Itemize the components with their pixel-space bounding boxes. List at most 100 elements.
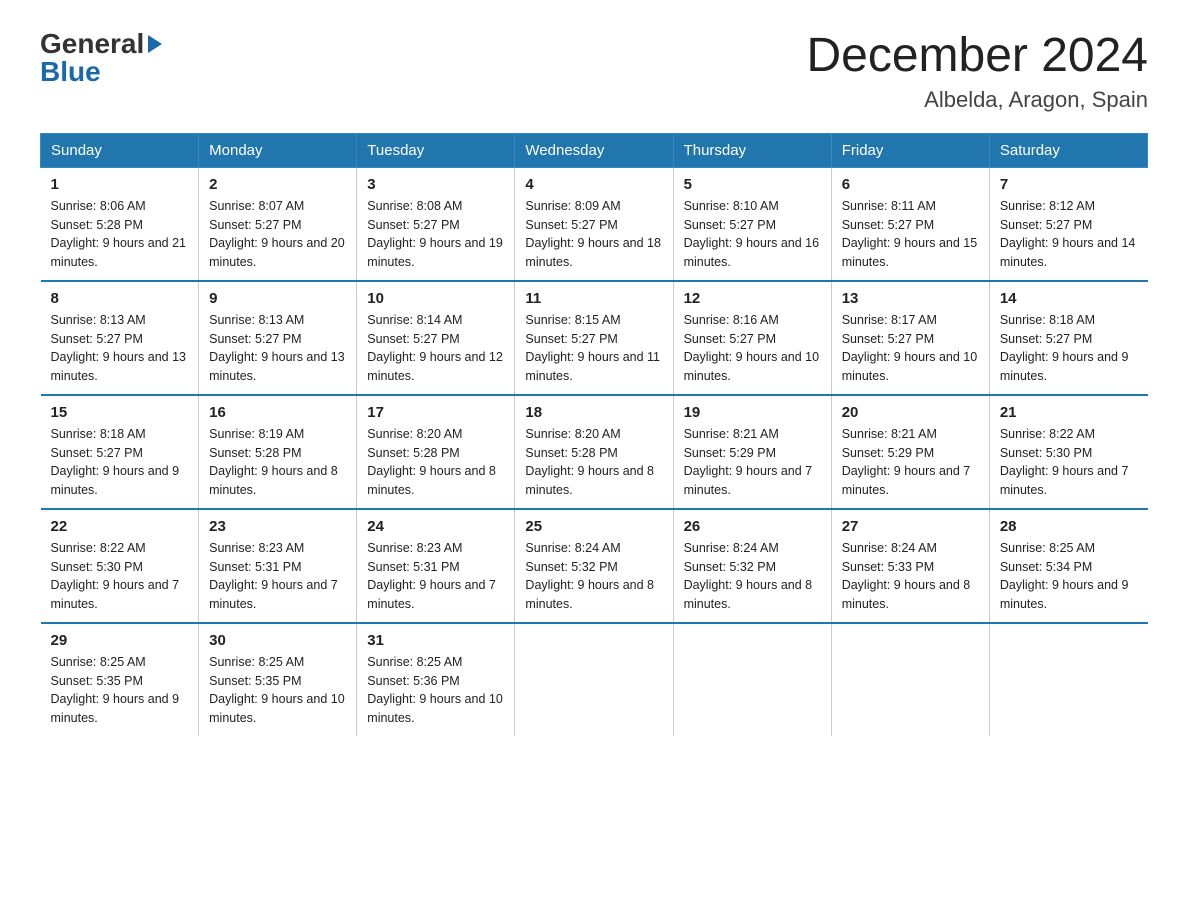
day-info: Sunrise: 8:21 AMSunset: 5:29 PMDaylight:… [684, 425, 821, 500]
day-number: 31 [367, 632, 504, 649]
day-number: 20 [842, 404, 979, 421]
day-number: 9 [209, 290, 346, 307]
calendar-cell: 24 Sunrise: 8:23 AMSunset: 5:31 PMDaylig… [357, 509, 515, 623]
calendar-cell: 16 Sunrise: 8:19 AMSunset: 5:28 PMDaylig… [199, 395, 357, 509]
day-number: 15 [51, 404, 189, 421]
calendar-cell: 23 Sunrise: 8:23 AMSunset: 5:31 PMDaylig… [199, 509, 357, 623]
calendar-cell: 5 Sunrise: 8:10 AMSunset: 5:27 PMDayligh… [673, 167, 831, 281]
day-number: 30 [209, 632, 346, 649]
calendar-cell: 12 Sunrise: 8:16 AMSunset: 5:27 PMDaylig… [673, 281, 831, 395]
header-saturday: Saturday [989, 133, 1147, 167]
calendar-cell [989, 623, 1147, 736]
calendar-table: SundayMondayTuesdayWednesdayThursdayFrid… [40, 133, 1148, 736]
calendar-cell: 4 Sunrise: 8:09 AMSunset: 5:27 PMDayligh… [515, 167, 673, 281]
calendar-cell: 2 Sunrise: 8:07 AMSunset: 5:27 PMDayligh… [199, 167, 357, 281]
calendar-cell: 31 Sunrise: 8:25 AMSunset: 5:36 PMDaylig… [357, 623, 515, 736]
calendar-cell: 7 Sunrise: 8:12 AMSunset: 5:27 PMDayligh… [989, 167, 1147, 281]
day-number: 1 [51, 176, 189, 193]
header-monday: Monday [199, 133, 357, 167]
day-info: Sunrise: 8:18 AMSunset: 5:27 PMDaylight:… [1000, 311, 1138, 386]
day-info: Sunrise: 8:25 AMSunset: 5:35 PMDaylight:… [209, 653, 346, 728]
day-number: 23 [209, 518, 346, 535]
calendar-cell: 17 Sunrise: 8:20 AMSunset: 5:28 PMDaylig… [357, 395, 515, 509]
calendar-cell: 6 Sunrise: 8:11 AMSunset: 5:27 PMDayligh… [831, 167, 989, 281]
day-number: 28 [1000, 518, 1138, 535]
day-info: Sunrise: 8:25 AMSunset: 5:34 PMDaylight:… [1000, 539, 1138, 614]
calendar-cell: 22 Sunrise: 8:22 AMSunset: 5:30 PMDaylig… [41, 509, 199, 623]
day-number: 13 [842, 290, 979, 307]
logo-general-text: General [40, 30, 144, 58]
day-number: 22 [51, 518, 189, 535]
day-info: Sunrise: 8:24 AMSunset: 5:32 PMDaylight:… [684, 539, 821, 614]
calendar-header-row: SundayMondayTuesdayWednesdayThursdayFrid… [41, 133, 1148, 167]
location-title: Albelda, Aragon, Spain [806, 87, 1148, 113]
day-number: 5 [684, 176, 821, 193]
day-info: Sunrise: 8:22 AMSunset: 5:30 PMDaylight:… [51, 539, 189, 614]
day-info: Sunrise: 8:06 AMSunset: 5:28 PMDaylight:… [51, 197, 189, 272]
day-number: 18 [525, 404, 662, 421]
calendar-cell: 19 Sunrise: 8:21 AMSunset: 5:29 PMDaylig… [673, 395, 831, 509]
day-number: 11 [525, 290, 662, 307]
logo-blue-text: Blue [40, 58, 101, 86]
logo: General Blue [40, 30, 162, 86]
day-info: Sunrise: 8:12 AMSunset: 5:27 PMDaylight:… [1000, 197, 1138, 272]
day-number: 17 [367, 404, 504, 421]
day-number: 2 [209, 176, 346, 193]
calendar-week-row: 15 Sunrise: 8:18 AMSunset: 5:27 PMDaylig… [41, 395, 1148, 509]
calendar-week-row: 22 Sunrise: 8:22 AMSunset: 5:30 PMDaylig… [41, 509, 1148, 623]
header-sunday: Sunday [41, 133, 199, 167]
day-number: 27 [842, 518, 979, 535]
month-year-title: December 2024 [806, 30, 1148, 83]
day-number: 16 [209, 404, 346, 421]
day-info: Sunrise: 8:21 AMSunset: 5:29 PMDaylight:… [842, 425, 979, 500]
calendar-cell: 26 Sunrise: 8:24 AMSunset: 5:32 PMDaylig… [673, 509, 831, 623]
day-info: Sunrise: 8:24 AMSunset: 5:32 PMDaylight:… [525, 539, 662, 614]
day-number: 24 [367, 518, 504, 535]
day-number: 14 [1000, 290, 1138, 307]
calendar-cell: 3 Sunrise: 8:08 AMSunset: 5:27 PMDayligh… [357, 167, 515, 281]
day-number: 21 [1000, 404, 1138, 421]
calendar-cell: 18 Sunrise: 8:20 AMSunset: 5:28 PMDaylig… [515, 395, 673, 509]
day-info: Sunrise: 8:22 AMSunset: 5:30 PMDaylight:… [1000, 425, 1138, 500]
header-wednesday: Wednesday [515, 133, 673, 167]
calendar-cell: 14 Sunrise: 8:18 AMSunset: 5:27 PMDaylig… [989, 281, 1147, 395]
page-header: General Blue December 2024 Albelda, Arag… [40, 30, 1148, 113]
day-info: Sunrise: 8:13 AMSunset: 5:27 PMDaylight:… [51, 311, 189, 386]
header-friday: Friday [831, 133, 989, 167]
title-section: December 2024 Albelda, Aragon, Spain [806, 30, 1148, 113]
header-tuesday: Tuesday [357, 133, 515, 167]
day-info: Sunrise: 8:23 AMSunset: 5:31 PMDaylight:… [367, 539, 504, 614]
day-info: Sunrise: 8:08 AMSunset: 5:27 PMDaylight:… [367, 197, 504, 272]
calendar-cell: 8 Sunrise: 8:13 AMSunset: 5:27 PMDayligh… [41, 281, 199, 395]
day-info: Sunrise: 8:20 AMSunset: 5:28 PMDaylight:… [525, 425, 662, 500]
day-info: Sunrise: 8:11 AMSunset: 5:27 PMDaylight:… [842, 197, 979, 272]
calendar-week-row: 29 Sunrise: 8:25 AMSunset: 5:35 PMDaylig… [41, 623, 1148, 736]
calendar-cell: 21 Sunrise: 8:22 AMSunset: 5:30 PMDaylig… [989, 395, 1147, 509]
day-info: Sunrise: 8:19 AMSunset: 5:28 PMDaylight:… [209, 425, 346, 500]
day-number: 29 [51, 632, 189, 649]
day-info: Sunrise: 8:16 AMSunset: 5:27 PMDaylight:… [684, 311, 821, 386]
calendar-cell: 20 Sunrise: 8:21 AMSunset: 5:29 PMDaylig… [831, 395, 989, 509]
day-number: 10 [367, 290, 504, 307]
calendar-week-row: 1 Sunrise: 8:06 AMSunset: 5:28 PMDayligh… [41, 167, 1148, 281]
day-number: 8 [51, 290, 189, 307]
day-info: Sunrise: 8:07 AMSunset: 5:27 PMDaylight:… [209, 197, 346, 272]
day-number: 26 [684, 518, 821, 535]
day-number: 4 [525, 176, 662, 193]
calendar-week-row: 8 Sunrise: 8:13 AMSunset: 5:27 PMDayligh… [41, 281, 1148, 395]
day-info: Sunrise: 8:09 AMSunset: 5:27 PMDaylight:… [525, 197, 662, 272]
day-info: Sunrise: 8:25 AMSunset: 5:36 PMDaylight:… [367, 653, 504, 728]
day-info: Sunrise: 8:18 AMSunset: 5:27 PMDaylight:… [51, 425, 189, 500]
day-number: 25 [525, 518, 662, 535]
calendar-cell: 27 Sunrise: 8:24 AMSunset: 5:33 PMDaylig… [831, 509, 989, 623]
calendar-cell: 30 Sunrise: 8:25 AMSunset: 5:35 PMDaylig… [199, 623, 357, 736]
calendar-cell: 9 Sunrise: 8:13 AMSunset: 5:27 PMDayligh… [199, 281, 357, 395]
day-info: Sunrise: 8:15 AMSunset: 5:27 PMDaylight:… [525, 311, 662, 386]
calendar-cell [673, 623, 831, 736]
day-info: Sunrise: 8:13 AMSunset: 5:27 PMDaylight:… [209, 311, 346, 386]
calendar-cell: 28 Sunrise: 8:25 AMSunset: 5:34 PMDaylig… [989, 509, 1147, 623]
calendar-cell: 29 Sunrise: 8:25 AMSunset: 5:35 PMDaylig… [41, 623, 199, 736]
day-info: Sunrise: 8:14 AMSunset: 5:27 PMDaylight:… [367, 311, 504, 386]
day-info: Sunrise: 8:17 AMSunset: 5:27 PMDaylight:… [842, 311, 979, 386]
day-number: 19 [684, 404, 821, 421]
